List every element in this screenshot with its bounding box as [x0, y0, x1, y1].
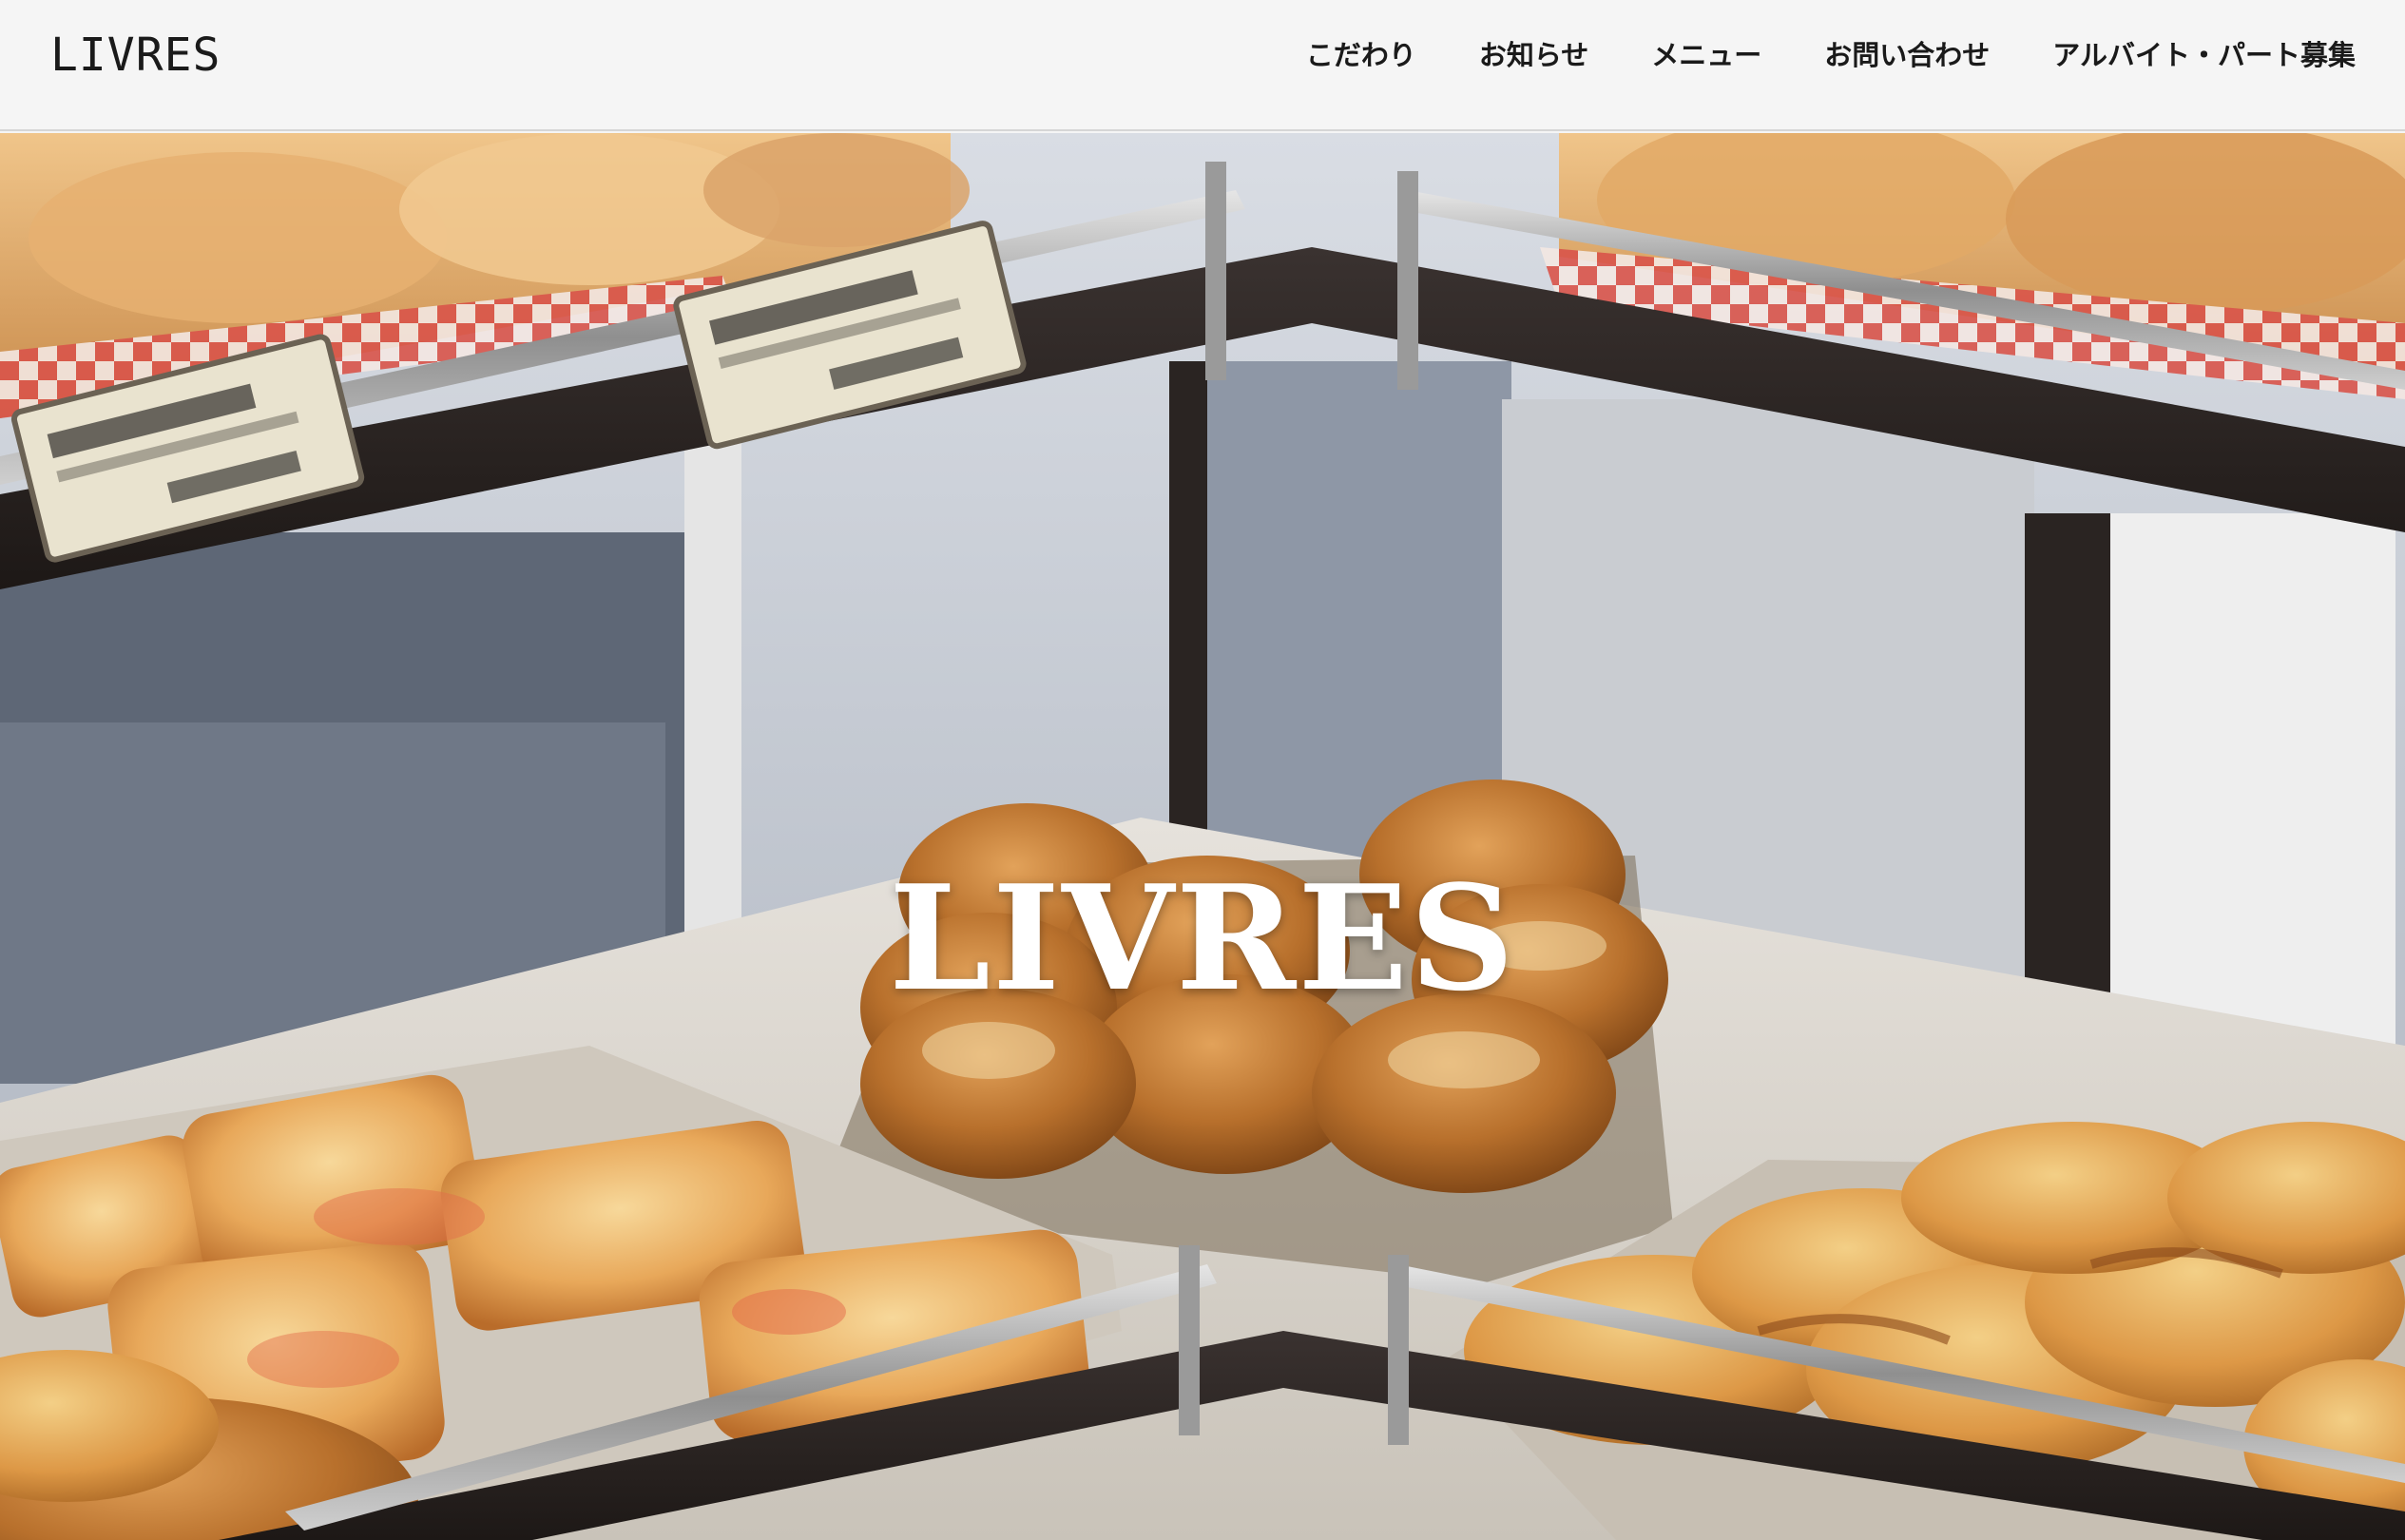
site-logo[interactable]: LIVRES [50, 29, 221, 82]
hero-section: LIVRES [0, 133, 2405, 1540]
nav-item-news[interactable]: お知らせ [1479, 34, 1588, 76]
hero-image [0, 133, 2405, 1540]
site-header: LIVRES こだわり お知らせ メニュー お問い合わせ アルバイト・パート募集 [0, 0, 2405, 131]
nav-item-kodawari[interactable]: こだわり [1306, 34, 1416, 76]
nav-item-recruit[interactable]: アルバイト・パート募集 [2052, 34, 2356, 76]
main-nav: こだわり お知らせ メニュー お問い合わせ アルバイト・パート募集 [1306, 34, 2356, 76]
nav-item-menu[interactable]: メニュー [1651, 34, 1761, 76]
nav-item-contact[interactable]: お問い合わせ [1824, 34, 1990, 76]
hero-title: LIVRES [889, 853, 1516, 1023]
